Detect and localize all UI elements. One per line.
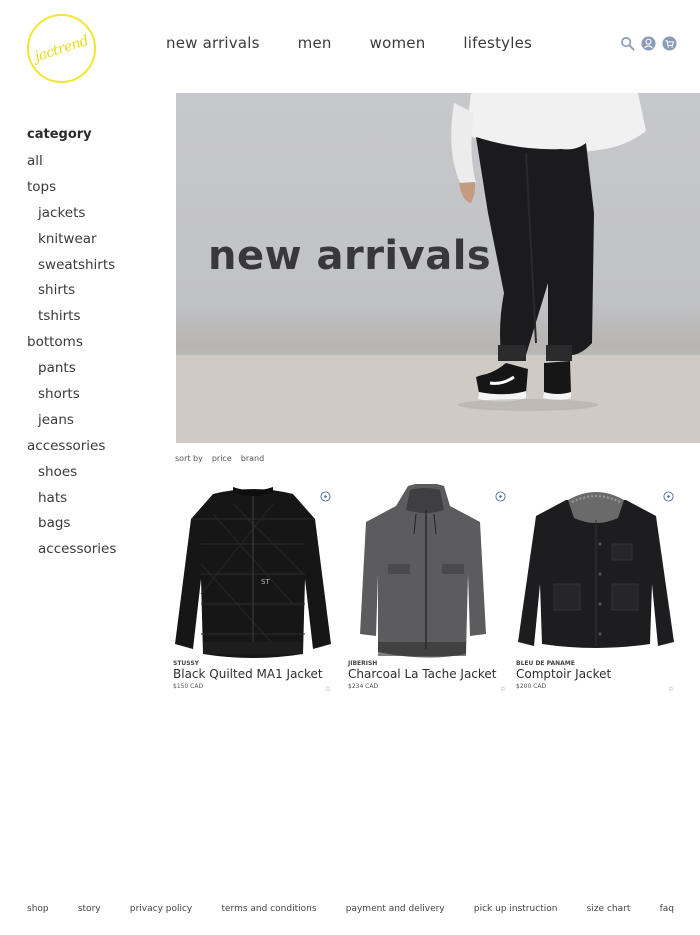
- jacket-photo: [360, 483, 486, 658]
- product-brand: STUSSY: [173, 660, 200, 667]
- footer-link-shop[interactable]: shop: [27, 904, 49, 914]
- hero-banner: new arrivals: [176, 93, 700, 443]
- hero-title: new arrivals: [208, 233, 492, 279]
- account-icon[interactable]: [641, 36, 656, 51]
- sidebar-item-shirts[interactable]: shirts: [27, 281, 157, 307]
- product-card[interactable]: BLEU DE PANAME Comptoir Jacket $200 CAD …: [516, 484, 676, 693]
- favorite-star-icon[interactable]: ☆: [500, 685, 506, 693]
- sidebar-item-bottoms[interactable]: bottoms: [27, 333, 157, 359]
- favorite-star-icon[interactable]: ☆: [668, 685, 674, 693]
- svg-text:ST: ST: [261, 578, 270, 586]
- product-price: $234 CAD: [348, 683, 379, 690]
- product-price: $200 CAD: [516, 683, 547, 690]
- product-name[interactable]: Charcoal La Tache Jacket: [348, 667, 508, 681]
- footer-link-privacy-policy[interactable]: privacy policy: [130, 904, 192, 914]
- info-icon[interactable]: [663, 491, 674, 502]
- sidebar-item-hats[interactable]: hats: [27, 489, 157, 515]
- product-card[interactable]: ST STUSSY Black Quilted MA1 Jacket $150 …: [173, 484, 333, 693]
- nav-women[interactable]: women: [370, 34, 426, 52]
- nav-new-arrivals[interactable]: new arrivals: [166, 34, 260, 52]
- sidebar-item-shorts[interactable]: shorts: [27, 385, 157, 411]
- nav-lifestyles[interactable]: lifestyles: [463, 34, 532, 52]
- sidebar-item-all[interactable]: all: [27, 152, 157, 178]
- logo[interactable]: jactrend: [27, 14, 96, 83]
- sidebar-item-jeans[interactable]: jeans: [27, 411, 157, 437]
- sidebar-item-tshirts[interactable]: tshirts: [27, 307, 157, 333]
- jacket-photo: [518, 492, 674, 648]
- footer-link-payment[interactable]: payment and delivery: [346, 904, 445, 914]
- sidebar-item-sweatshirts[interactable]: sweatshirts: [27, 256, 157, 282]
- nav-men[interactable]: men: [298, 34, 332, 52]
- footer-link-story[interactable]: story: [78, 904, 101, 914]
- sidebar-item-tops[interactable]: tops: [27, 178, 157, 204]
- sidebar-item-pants[interactable]: pants: [27, 359, 157, 385]
- category-sidebar: category all tops jackets knitwear sweat…: [27, 126, 157, 566]
- sidebar-item-sub-accessories[interactable]: accessories: [27, 540, 157, 566]
- sort-bar: sort by price brand: [175, 454, 264, 463]
- product-brand: BLEU DE PANAME: [516, 660, 575, 667]
- product-price: $150 CAD: [173, 683, 204, 690]
- product-image[interactable]: [348, 483, 508, 659]
- product-image[interactable]: ST: [173, 484, 333, 659]
- sidebar-item-shoes[interactable]: shoes: [27, 463, 157, 489]
- product-name[interactable]: Black Quilted MA1 Jacket: [173, 667, 333, 681]
- info-icon[interactable]: [495, 491, 506, 502]
- favorite-star-icon[interactable]: ☆: [325, 685, 331, 693]
- footer-link-size-chart[interactable]: size chart: [587, 904, 631, 914]
- sort-label: sort by: [175, 454, 203, 463]
- product-name[interactable]: Comptoir Jacket: [516, 667, 676, 681]
- product-card[interactable]: JIBERISH Charcoal La Tache Jacket $234 C…: [348, 483, 508, 693]
- sidebar-title: category: [27, 127, 92, 142]
- logo-text: jactrend: [32, 32, 91, 65]
- product-image[interactable]: [516, 484, 676, 659]
- sidebar-item-accessories[interactable]: accessories: [27, 437, 157, 463]
- cart-icon[interactable]: [662, 36, 677, 51]
- footer-link-terms[interactable]: terms and conditions: [221, 904, 316, 914]
- jacket-photo: ST: [175, 487, 331, 658]
- main-nav: new arrivals men women lifestyles: [166, 34, 570, 52]
- sidebar-item-jackets[interactable]: jackets: [27, 204, 157, 230]
- footer-link-pickup[interactable]: pick up instruction: [474, 904, 558, 914]
- sort-brand[interactable]: brand: [241, 454, 264, 463]
- sidebar-item-knitwear[interactable]: knitwear: [27, 230, 157, 256]
- sidebar-item-bags[interactable]: bags: [27, 514, 157, 540]
- header-icons: [620, 36, 677, 51]
- footer-link-faq[interactable]: faq: [660, 904, 674, 914]
- search-icon[interactable]: [620, 36, 635, 51]
- product-brand: JIBERISH: [348, 660, 378, 667]
- footer-links: shop story privacy policy terms and cond…: [27, 904, 674, 914]
- info-icon[interactable]: [320, 491, 331, 502]
- sort-price[interactable]: price: [212, 454, 232, 463]
